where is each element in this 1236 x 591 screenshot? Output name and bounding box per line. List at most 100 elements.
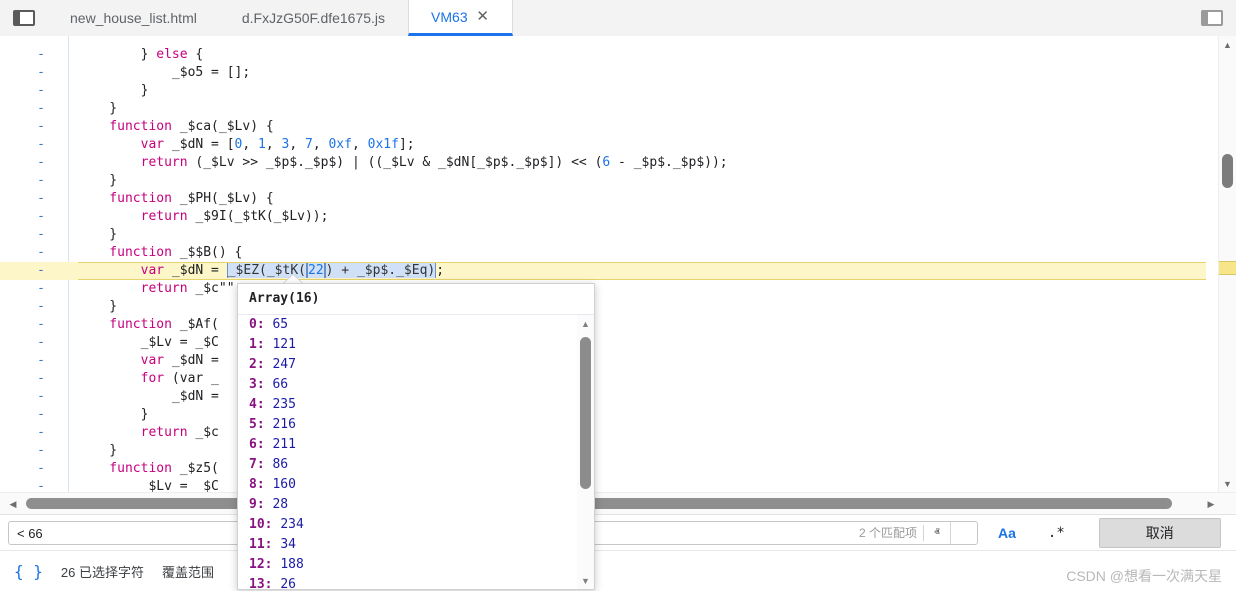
code-line[interactable]: - _$dN = — [0, 388, 1206, 406]
find-previous-button[interactable]: ⱏ — [924, 522, 951, 544]
line-marker: - — [34, 280, 48, 298]
code-token: return — [78, 155, 188, 170]
property-value: 160 — [272, 477, 295, 492]
line-marker: - — [34, 136, 48, 154]
code-line[interactable]: - return _$9I(_$tK(_$Lv)); — [0, 208, 1206, 226]
popup-property-row[interactable]: 12: 188 — [238, 555, 594, 575]
code-token: function — [78, 119, 172, 134]
code-text: return _$c — [78, 424, 219, 442]
scroll-left-button[interactable]: ◀ — [4, 493, 22, 515]
code-line[interactable]: - } — [0, 298, 1206, 316]
code-lines[interactable]: - } else {- _$o5 = []; - } - } - function _… — [0, 36, 1206, 492]
code-line-highlighted[interactable]: - var _$dN = _$EZ(_$tK(22) + _$p$._$Eq); — [0, 262, 1206, 280]
code-line[interactable]: - for (var _ — [0, 370, 1206, 388]
code-text: _$Lv = _$C — [78, 334, 219, 352]
code-text: function _$Af( — [78, 316, 219, 334]
code-token: ; — [436, 263, 444, 278]
regex-button[interactable]: .* — [1040, 523, 1073, 543]
popup-property-row[interactable]: 6: 211 — [238, 435, 594, 455]
editor-vertical-scrollbar[interactable]: ▲ ▼ — [1218, 36, 1236, 492]
popup-property-row[interactable]: 2: 247 — [238, 355, 594, 375]
property-key: 6 — [249, 437, 257, 452]
code-line[interactable]: - function _$PH(_$Lv) { — [0, 190, 1206, 208]
code-token: else — [156, 47, 187, 62]
popup-scroll-thumb[interactable] — [580, 337, 591, 489]
scroll-down-button[interactable]: ▼ — [1219, 475, 1236, 492]
code-line[interactable]: - } — [0, 82, 1206, 100]
line-marker: - — [34, 226, 48, 244]
code-line[interactable]: - var _$dN = [0, 1, 3, 7, 0xf, 0x1f]; — [0, 136, 1206, 154]
pretty-print-button[interactable]: { } — [14, 562, 43, 581]
code-line[interactable]: - _$Lv = _$C — [0, 334, 1206, 352]
code-token: function — [78, 317, 172, 332]
code-token: _$dN = — [78, 389, 219, 404]
code-token: _$o5 = []; — [78, 65, 250, 80]
property-separator: : — [257, 497, 273, 512]
editor-horizontal-scrollbar[interactable]: ◀ ▶ — [0, 492, 1236, 515]
code-line[interactable] — [0, 36, 1206, 46]
tab-0[interactable]: new_house_list.html — [48, 0, 220, 36]
popup-property-row[interactable]: 10: 234 — [238, 515, 594, 535]
code-line[interactable]: - function _$z5( — [0, 460, 1206, 478]
line-marker: - — [34, 370, 48, 388]
code-text: _$o5 = []; — [78, 64, 250, 82]
code-line[interactable]: - return (_$Lv >> _$p$._$p$) | ((_$Lv & … — [0, 154, 1206, 172]
code-line[interactable]: - function _$$B() { — [0, 244, 1206, 262]
property-key: 0 — [249, 317, 257, 332]
code-line[interactable]: - } else { — [0, 46, 1206, 64]
code-line[interactable]: - _$Lv = _$C — [0, 478, 1206, 492]
code-line[interactable]: - var _$dN = — [0, 352, 1206, 370]
code-editor[interactable]: - } else {- _$o5 = []; - } - } - function _… — [0, 36, 1236, 492]
popup-property-list[interactable]: 0: 65 1: 121 2: 247 3: 66 4: 235 5: 216 6: 211… — [238, 315, 594, 589]
code-text: } — [78, 82, 148, 100]
tab-close-icon[interactable]: ✕ — [476, 9, 490, 24]
code-line[interactable]: - } — [0, 100, 1206, 118]
code-token: _$Lv = _$C — [78, 479, 219, 492]
property-value: 66 — [272, 377, 288, 392]
line-marker: - — [34, 352, 48, 370]
popup-property-row[interactable]: 0: 65 — [238, 315, 594, 335]
popup-property-row[interactable]: 11: 34 — [238, 535, 594, 555]
code-text: } — [78, 406, 148, 424]
popup-property-row[interactable]: 8: 160 — [238, 475, 594, 495]
popup-property-row[interactable]: 3: 66 — [238, 375, 594, 395]
code-line[interactable]: - return _$c"" — [0, 280, 1206, 298]
scroll-up-button[interactable]: ▲ — [1219, 36, 1236, 53]
coverage-label[interactable]: 覆盖范围 — [162, 562, 214, 581]
popup-property-row[interactable]: 4: 235 — [238, 395, 594, 415]
object-preview-popup[interactable]: Array(16) 0: 65 1: 121 2: 247 3: 66 4: 235 5:… — [237, 283, 595, 590]
code-line[interactable]: - function _$Af( — [0, 316, 1206, 334]
popup-scroll-down-button[interactable]: ▼ — [577, 572, 594, 589]
popup-property-row[interactable]: 7: 86 — [238, 455, 594, 475]
code-line[interactable]: - } — [0, 226, 1206, 244]
tab-1[interactable]: d.FxJzG50F.dfe1675.js — [220, 0, 408, 36]
code-token: ) + _$p$._$Eq) — [325, 263, 437, 278]
code-line[interactable]: - } — [0, 442, 1206, 460]
find-next-button[interactable]: ⱟ — [951, 522, 977, 544]
popup-property-row[interactable]: 1: 121 — [238, 335, 594, 355]
code-line[interactable]: - function _$ca(_$Lv) { — [0, 118, 1206, 136]
popup-property-row[interactable]: 5: 216 — [238, 415, 594, 435]
code-line[interactable]: - _$o5 = []; — [0, 64, 1206, 82]
scroll-right-button[interactable]: ▶ — [1202, 493, 1220, 515]
code-line[interactable]: - } — [0, 406, 1206, 424]
match-case-button[interactable]: Aa — [992, 523, 1022, 543]
code-line[interactable]: - return _$c — [0, 424, 1206, 442]
line-marker: - — [34, 262, 48, 280]
horizontal-scroll-thumb[interactable] — [26, 498, 1172, 509]
tab-2[interactable]: VM63 ✕ — [408, 0, 513, 36]
line-marker: - — [34, 190, 48, 208]
code-token: return — [78, 209, 188, 224]
toggle-right-panel-button[interactable]: ← — [1188, 0, 1236, 36]
code-line[interactable]: - } — [0, 172, 1206, 190]
toggle-left-panel-button[interactable]: ← — [0, 0, 48, 36]
popup-property-row[interactable]: 13: 26 — [238, 575, 594, 589]
popup-property-row[interactable]: 9: 28 — [238, 495, 594, 515]
property-value: 234 — [280, 517, 303, 532]
property-separator: : — [257, 357, 273, 372]
popup-vertical-scrollbar[interactable]: ▲ ▼ — [577, 315, 594, 589]
cancel-button[interactable]: 取消 — [1099, 518, 1221, 548]
code-token: { — [188, 47, 204, 62]
popup-scroll-up-button[interactable]: ▲ — [577, 315, 594, 332]
vertical-scroll-thumb[interactable] — [1222, 154, 1233, 188]
